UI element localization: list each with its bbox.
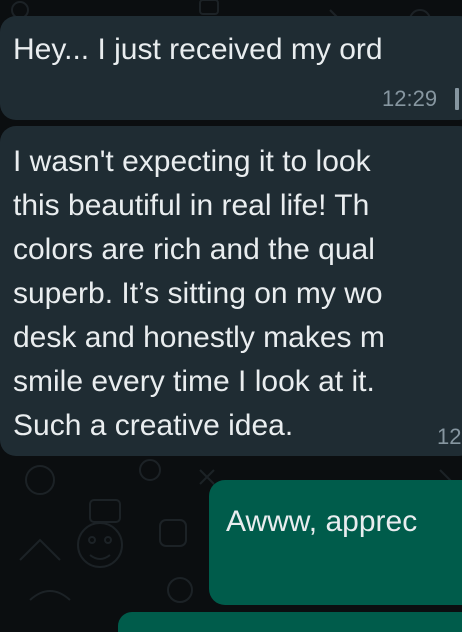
outgoing-message-bubble-partial	[118, 612, 462, 632]
message-timestamp: 12:29	[382, 86, 438, 111]
message-text: I wasn't expecting it to look this beaut…	[13, 145, 385, 442]
message-timestamp: 12	[437, 424, 462, 449]
message-status-icon	[455, 88, 459, 110]
incoming-message-bubble[interactable]: Hey... I just received my ord 12:29	[0, 16, 462, 120]
message-text: Hey... I just received my ord	[13, 33, 383, 66]
incoming-message-bubble[interactable]: I wasn't expecting it to look this beaut…	[0, 126, 462, 456]
message-text: Awww, apprec	[226, 505, 418, 538]
outgoing-message-bubble[interactable]: Awww, apprec	[209, 480, 462, 605]
